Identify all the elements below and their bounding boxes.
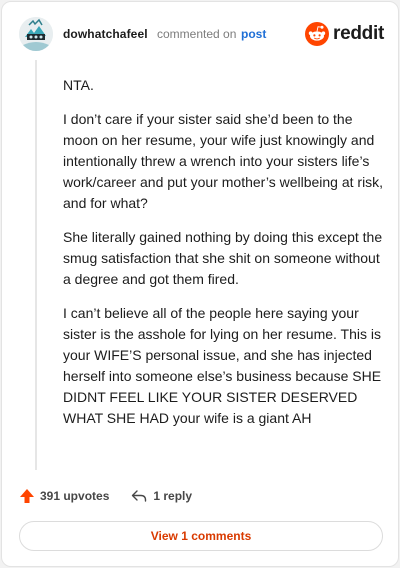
comment-paragraph: She literally gained nothing by doing th… xyxy=(63,229,383,287)
reddit-logo: reddit xyxy=(305,22,384,46)
comment-header: dowhatchafeel commented on post reddit xyxy=(2,2,398,66)
comment-paragraph: I don’t care if your sister said she’d b… xyxy=(63,111,384,211)
comment-username[interactable]: dowhatchafeel xyxy=(63,27,148,41)
comment-paragraph: I can’t believe all of the people here s… xyxy=(63,305,382,426)
comment-actions: 391 upvotes 1 reply xyxy=(19,486,192,506)
thread-line[interactable] xyxy=(35,60,37,470)
view-comments-button[interactable]: View 1 comments xyxy=(19,521,383,551)
post-link[interactable]: post xyxy=(241,27,266,41)
reply-button[interactable]: 1 reply xyxy=(131,489,192,503)
user-avatar[interactable] xyxy=(19,17,53,51)
upvote-button[interactable]: 391 upvotes xyxy=(19,488,109,504)
upvote-count: 391 upvotes xyxy=(40,489,110,503)
reply-count: 1 reply xyxy=(153,489,193,503)
reddit-alien-icon xyxy=(305,22,330,46)
upvote-arrow-icon xyxy=(20,489,34,503)
reddit-wordmark: reddit xyxy=(333,23,384,44)
comment-paragraph: NTA. xyxy=(63,77,94,93)
comment-card: dowhatchafeel commented on post reddit N… xyxy=(1,1,399,567)
reply-arrow-icon xyxy=(132,490,147,502)
comment-body: NTA. I don’t care if your sister said sh… xyxy=(63,75,385,442)
commented-on-text: commented on xyxy=(157,27,237,41)
